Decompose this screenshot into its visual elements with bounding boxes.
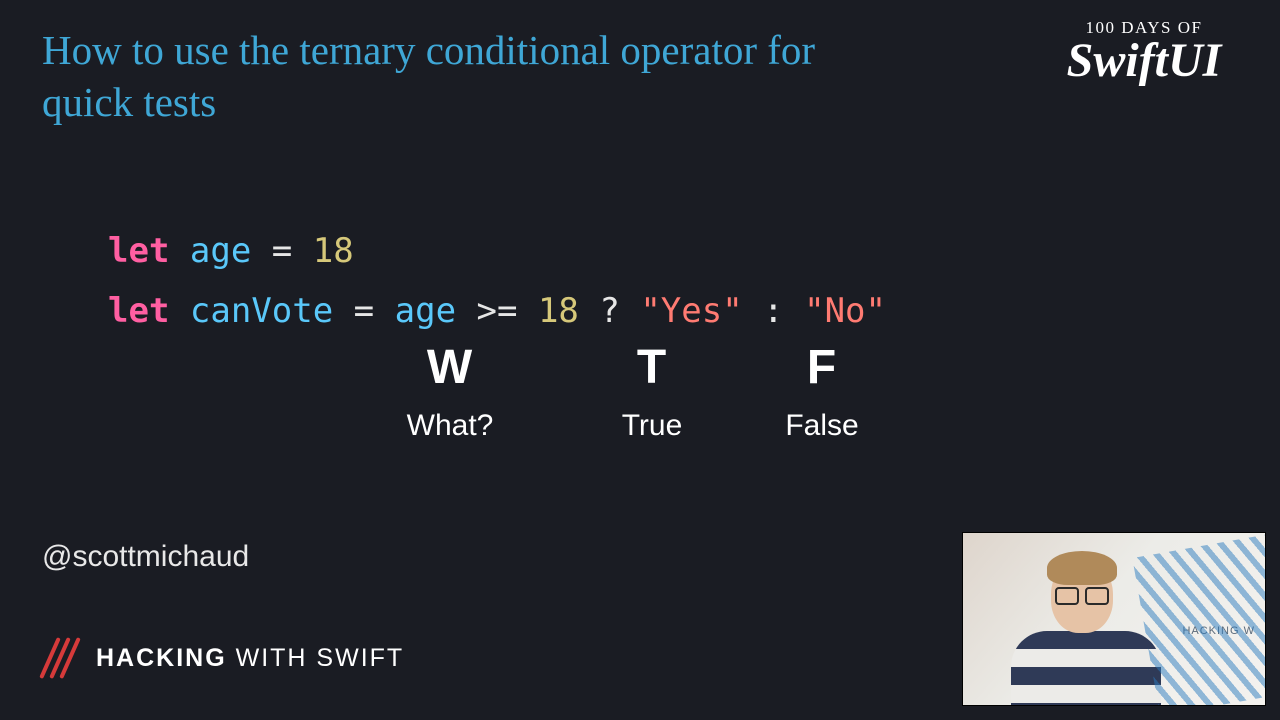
mnemonic-false: F False xyxy=(752,340,892,443)
number-18: 18 xyxy=(313,231,354,271)
keyword-let: let xyxy=(108,231,169,271)
mnemonic-true: T True xyxy=(582,340,722,443)
letter-w: W xyxy=(380,340,520,395)
string-no: "No" xyxy=(804,291,886,331)
presenter-figure xyxy=(1003,545,1163,706)
ternary-question: ? xyxy=(579,291,640,331)
letter-t: T xyxy=(582,340,722,395)
footer-bold: HACKING xyxy=(96,644,227,672)
footer-brand: HACKING WITH SWIFT xyxy=(42,638,404,678)
webcam-bg-text: HACKING W xyxy=(1182,625,1255,637)
credit-handle: @scottmichaud xyxy=(42,540,249,574)
label-false: False xyxy=(752,409,892,443)
equals: = xyxy=(333,291,394,331)
slash-icon xyxy=(42,638,82,678)
identifier-age: age xyxy=(395,291,456,331)
badge-line2: SwiftUI xyxy=(1044,38,1244,84)
identifier-canvote: canVote xyxy=(190,291,333,331)
code-block: let age = 18 let canVote = age >= 18 ? "… xyxy=(108,222,886,341)
slide-title: How to use the ternary conditional opera… xyxy=(42,24,892,129)
operator-gte: >= xyxy=(456,291,538,331)
label-what: What? xyxy=(380,409,520,443)
string-yes: "Yes" xyxy=(640,291,742,331)
presenter-webcam: HACKING W xyxy=(962,532,1266,706)
equals: = xyxy=(251,231,312,271)
number-18: 18 xyxy=(538,291,579,331)
footer-thin: WITH SWIFT xyxy=(227,644,405,672)
label-true: True xyxy=(582,409,722,443)
letter-f: F xyxy=(752,340,892,395)
mnemonic-what: W What? xyxy=(380,340,520,443)
keyword-let: let xyxy=(108,291,169,331)
ternary-colon: : xyxy=(743,291,804,331)
identifier-age: age xyxy=(190,231,251,271)
course-badge: 100 DAYS OF SwiftUI xyxy=(1044,18,1244,84)
footer-text: HACKING WITH SWIFT xyxy=(96,644,404,673)
